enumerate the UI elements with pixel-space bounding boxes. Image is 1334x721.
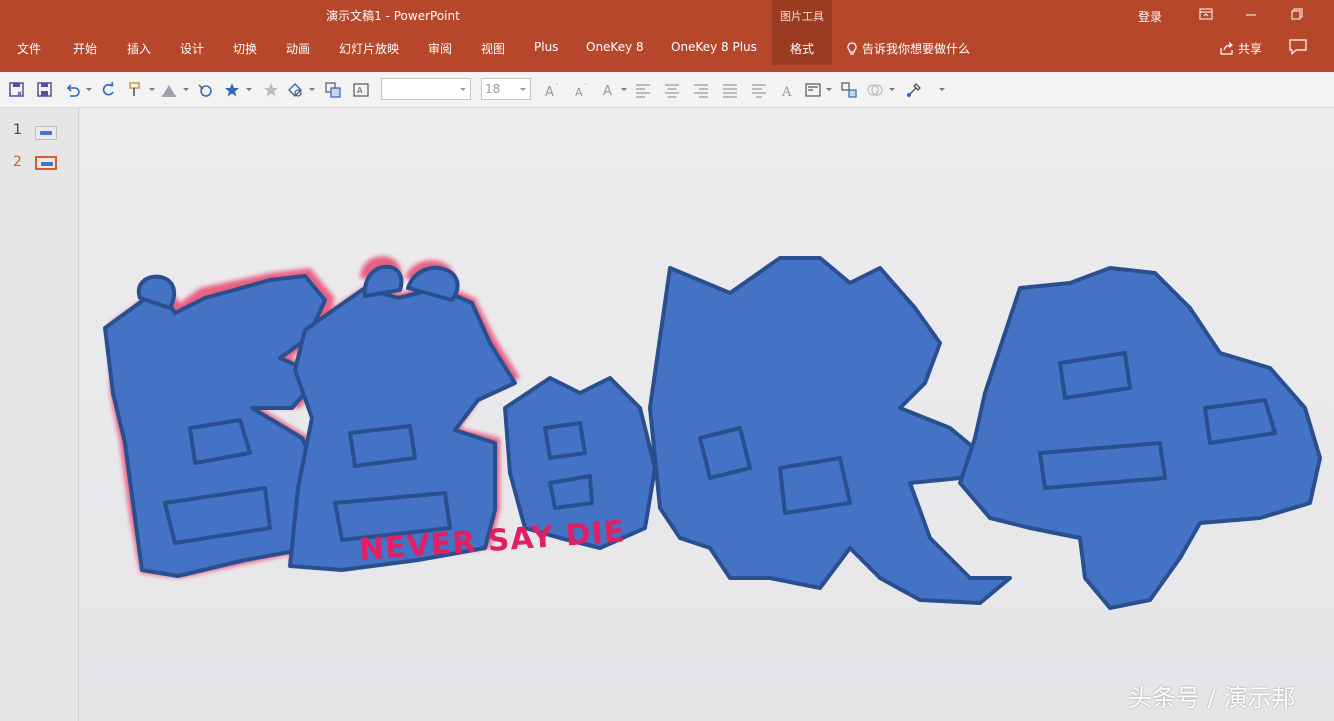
login-button[interactable]: 登录: [1138, 8, 1162, 25]
tab-file[interactable]: 文件: [17, 40, 41, 57]
svg-text:A: A: [575, 86, 583, 99]
align-center-icon[interactable]: [663, 81, 681, 99]
customize-toolbar-caret[interactable]: [939, 88, 945, 91]
ribbon-display-options-icon[interactable]: [1196, 6, 1216, 22]
window-title: 演示文稿1 - PowerPoint: [326, 9, 460, 23]
svg-text:ˆ: ˆ: [555, 83, 559, 91]
animation-pane-icon[interactable]: [196, 81, 214, 99]
picture-tools-label: 图片工具: [780, 10, 824, 23]
layout-icon[interactable]: [804, 81, 822, 99]
share-label: 共享: [1238, 42, 1263, 56]
tab-review[interactable]: 审阅: [428, 40, 452, 57]
tell-me-box[interactable]: 告诉我你想要做什么: [846, 40, 970, 57]
slide-thumbnail-2[interactable]: [35, 156, 57, 170]
svg-text:A: A: [357, 86, 363, 95]
decrease-font-icon[interactable]: A ˇ: [572, 81, 590, 99]
textbox-icon[interactable]: A: [352, 81, 370, 99]
tab-slideshow[interactable]: 幻灯片放映: [339, 40, 399, 57]
shape-dropdown-caret[interactable]: [309, 88, 315, 91]
merge-shapes-icon[interactable]: [866, 81, 884, 99]
font-size-dropdown-caret[interactable]: [520, 88, 526, 91]
svg-text:A: A: [603, 84, 612, 99]
tab-home[interactable]: 开始: [73, 40, 97, 57]
distribute-icon[interactable]: [750, 81, 768, 99]
increase-font-icon[interactable]: A ˆ: [543, 81, 561, 99]
save-icon[interactable]: [36, 81, 54, 99]
effects-dropdown-caret[interactable]: [246, 88, 252, 91]
title-art-characters: [103, 256, 1322, 610]
tab-animations[interactable]: 动画: [286, 40, 310, 57]
redo-icon[interactable]: [99, 81, 117, 99]
font-name-combo[interactable]: [381, 78, 471, 100]
tab-onekey8plus[interactable]: OneKey 8 Plus: [671, 40, 757, 54]
text-effects-icon[interactable]: A: [779, 81, 797, 99]
slide-number-2: 2: [13, 154, 22, 170]
svg-text:A: A: [781, 85, 792, 99]
minimize-icon[interactable]: [1241, 6, 1261, 22]
tab-transitions[interactable]: 切换: [233, 40, 257, 57]
painter-dropdown-caret[interactable]: [149, 88, 155, 91]
ribbon: 演示文稿1 - PowerPoint 图片工具 格式 文件 开始 插入 设计 切…: [0, 0, 1334, 72]
font-size-combo[interactable]: 18: [481, 78, 531, 100]
font-size-value: 18: [485, 82, 501, 96]
merge-dropdown-caret[interactable]: [889, 88, 895, 91]
quick-toolbar: A A ˆ A ˇ A A: [0, 72, 1334, 108]
tab-plus[interactable]: Plus: [534, 40, 558, 54]
tab-format[interactable]: 格式: [772, 40, 832, 57]
effects-star-icon[interactable]: [223, 81, 241, 99]
tell-me-text: 告诉我你想要做什么: [862, 42, 971, 56]
color-picker-icon[interactable]: [905, 81, 923, 99]
align-dropdown-caret[interactable]: [183, 88, 189, 91]
undo-dropdown-caret[interactable]: [86, 88, 92, 91]
svg-text:ˇ: ˇ: [584, 83, 588, 91]
svg-text:A: A: [545, 85, 554, 99]
title-art-graphic[interactable]: [80, 108, 1334, 721]
slide-number-1: 1: [13, 122, 22, 138]
layout-dropdown-caret[interactable]: [826, 88, 832, 91]
justify-icon[interactable]: [721, 81, 739, 99]
arrange-icon[interactable]: [324, 81, 342, 99]
align-right-icon[interactable]: [692, 81, 710, 99]
tab-insert[interactable]: 插入: [127, 40, 151, 57]
slide-thumbnail-1[interactable]: [35, 126, 57, 140]
share-icon: [1220, 42, 1233, 55]
restore-icon[interactable]: [1287, 6, 1307, 22]
share-button[interactable]: 共享: [1220, 40, 1262, 57]
save-as-icon[interactable]: [8, 81, 26, 99]
font-color-dropdown-caret[interactable]: [621, 88, 627, 91]
crop-icon[interactable]: [840, 81, 858, 99]
slides-pane: 1 2: [0, 108, 79, 721]
undo-icon[interactable]: [64, 81, 82, 99]
slide-canvas[interactable]: NEVER SAY DIE 头条号 / 演示邦: [80, 108, 1334, 721]
comments-icon[interactable]: [1289, 39, 1307, 55]
tab-design[interactable]: 设计: [180, 40, 204, 57]
font-name-dropdown-caret[interactable]: [460, 88, 466, 91]
shape-icon[interactable]: [286, 81, 304, 99]
effects-remove-icon[interactable]: [262, 81, 280, 99]
font-color-icon[interactable]: A: [601, 81, 619, 99]
lightbulb-icon: [847, 42, 857, 55]
watermark-text: 头条号 / 演示邦: [1128, 684, 1296, 712]
align-left-icon[interactable]: [634, 81, 652, 99]
tab-view[interactable]: 视图: [481, 40, 505, 57]
tab-onekey8[interactable]: OneKey 8: [586, 40, 644, 54]
align-objects-icon[interactable]: [160, 81, 178, 99]
format-painter-icon[interactable]: [127, 81, 145, 99]
picture-tools-group: 图片工具 格式: [772, 0, 832, 65]
